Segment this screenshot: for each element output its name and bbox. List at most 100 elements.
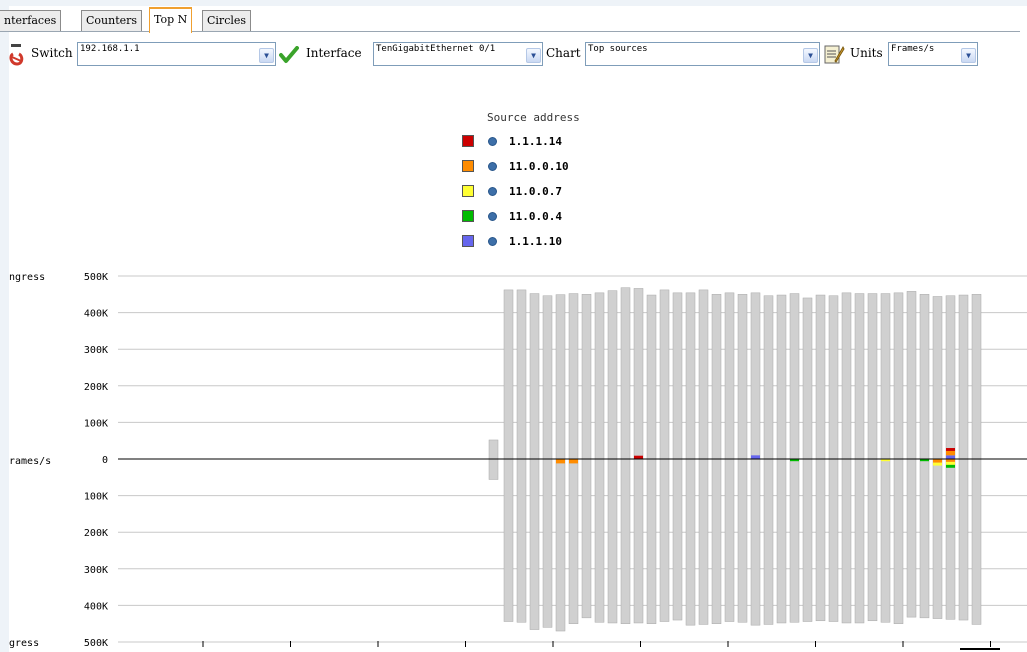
egress-bar [867,458,878,622]
info-icon[interactable] [488,137,497,146]
ingress-bar [750,292,761,460]
info-icon[interactable] [488,237,497,246]
y-tick-label: 200K [84,528,108,539]
ingress-bar [828,295,839,460]
ingress-bar [789,293,800,460]
egress-bar [542,458,553,628]
source-segment [946,455,955,459]
source-segment [946,450,955,456]
y-tick-label: 400K [84,601,108,612]
ingress-bar [880,293,891,460]
egress-bar [488,458,499,480]
ingress-bar [763,295,774,460]
chart-label: Chart [546,46,581,60]
egress-bar [529,458,540,630]
tab-circles[interactable]: Circles [202,10,252,31]
ingress-bar [841,292,852,460]
egress-bar [945,458,956,620]
tab-interfaces[interactable]: nterfaces [0,10,62,31]
egress-bar [958,458,969,621]
ingress-bar [893,292,904,460]
y-tick-label: 500K [84,272,108,283]
chevron-down-icon[interactable]: ▼ [961,48,976,63]
switch-label: Switch [31,46,73,60]
legend-swatch [462,160,474,172]
y-tick-label: 300K [84,565,108,576]
egress-bar [685,458,696,626]
egress-bar [711,458,722,624]
ingress-bar [906,291,917,460]
egress-bar [516,458,527,623]
units-select[interactable]: Frames/s ▼ [888,42,978,66]
ingress-bar [594,292,605,460]
ingress-bar [542,295,553,460]
info-icon[interactable] [488,187,497,196]
y-axis-label-units: rames/s [9,456,51,467]
legend-label: 11.0.0.4 [509,210,562,223]
ingress-bar [698,289,709,460]
interface-select-value: TenGigabitEthernet 0/1 [376,44,496,54]
ingress-bar [529,293,540,460]
egress-bar [568,458,579,624]
ingress-bar [607,290,618,460]
legend-label: 11.0.0.10 [509,160,569,173]
ingress-bar [854,293,865,460]
egress-bar [555,458,566,632]
checkmark-icon[interactable] [279,46,299,64]
egress-bar [789,458,800,623]
ingress-bar [503,289,514,460]
legend-swatch [462,235,474,247]
ingress-bar [802,297,813,460]
egress-bar [633,458,644,624]
ingress-bar [555,294,566,460]
egress-bar [880,458,891,623]
egress-bar [503,458,514,622]
switch-select[interactable]: 192.168.1.1 ▼ [77,42,276,66]
ingress-bar [711,294,722,460]
egress-bar [698,458,709,625]
egress-bar [971,458,982,625]
chevron-down-icon[interactable]: ▼ [259,48,274,63]
egress-bar [763,458,774,625]
egress-bar [594,458,605,623]
chevron-down-icon[interactable]: ▼ [803,48,818,63]
egress-bar [932,458,943,619]
source-segment [946,461,955,465]
ingress-bar [815,294,826,460]
ingress-bar [724,292,735,460]
tab-bar: nterfaces Counters Top N Circles [0,6,1020,33]
egress-bar [607,458,618,624]
source-segment [946,464,955,468]
y-tick-label: 500K [84,638,108,649]
info-icon[interactable] [488,162,497,171]
source-segment [569,459,578,464]
notes-icon[interactable] [823,43,845,65]
units-label: Units [850,46,883,60]
ingress-bar [516,289,527,460]
chart-select[interactable]: Top sources ▼ [585,42,820,66]
source-segment [556,459,565,464]
interface-select[interactable]: TenGigabitEthernet 0/1 ▼ [373,42,543,66]
legend-label: 1.1.1.10 [509,235,562,248]
egress-bar [646,458,657,624]
egress-bar [919,458,930,619]
egress-bar [581,458,592,619]
egress-bar [854,458,865,624]
egress-bar [659,458,670,622]
ingress-bar [919,294,930,460]
y-tick-label: 200K [84,382,108,393]
y-tick-label: 400K [84,309,108,320]
ingress-bar [672,292,683,460]
info-icon[interactable] [488,212,497,221]
source-segment [751,455,760,459]
tab-top-n[interactable]: Top N [149,7,193,33]
egress-bar [828,458,839,622]
ingress-bar [659,289,670,460]
tab-counters[interactable]: Counters [81,10,143,31]
source-segment [933,462,942,466]
ingress-bar [620,287,631,460]
chevron-down-icon[interactable]: ▼ [526,48,541,63]
ingress-bar [776,294,787,460]
top-n-bar-chart: 500K 400K 300K 200K 100K 0 100K 200K 300K 400K 500… [9,272,1027,650]
egress-bar [737,458,748,623]
